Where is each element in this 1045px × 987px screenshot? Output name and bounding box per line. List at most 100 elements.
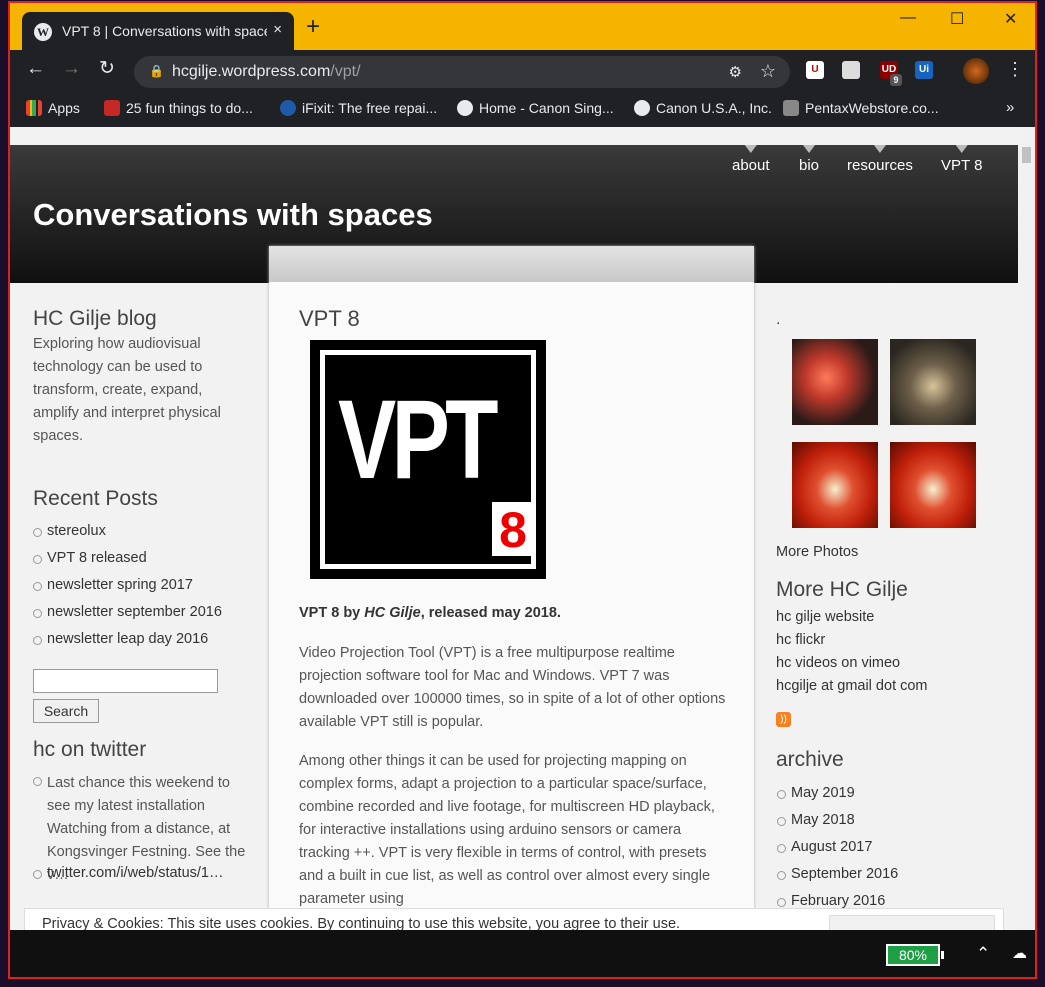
minimize-button[interactable]: —: [900, 9, 916, 27]
byline-suffix: , released may 2018.: [420, 605, 561, 621]
bookmark-item[interactable]: Home - Canon Sing...: [457, 100, 614, 116]
archive-link[interactable]: February 2016: [776, 893, 885, 909]
bookmark-label: Canon U.S.A., Inc.: [656, 100, 772, 116]
recent-post-link[interactable]: newsletter leap day 2016: [32, 631, 208, 647]
bookmark-star-icon[interactable]: ☆: [760, 61, 776, 82]
reload-icon[interactable]: ↻: [99, 59, 115, 79]
blog-title[interactable]: HC Gilje blog: [33, 307, 157, 331]
external-link[interactable]: hcgilje at gmail dot com: [776, 678, 928, 694]
recent-post-link[interactable]: newsletter september 2016: [33, 604, 222, 620]
extension-icon[interactable]: U: [806, 61, 824, 79]
avatar[interactable]: [963, 58, 989, 84]
page-scrollbar[interactable]: [1018, 127, 1035, 930]
close-window-button[interactable]: ✕: [1004, 9, 1017, 29]
wordpress-icon: W: [34, 23, 52, 41]
flickr-photo[interactable]: [792, 339, 878, 425]
post-title: VPT 8: [299, 306, 360, 331]
chevron-up-icon[interactable]: ⌃: [976, 944, 990, 964]
post-paragraph: Video Projection Tool (VPT) is a free mu…: [299, 645, 726, 730]
external-link[interactable]: hc gilje website: [776, 609, 874, 625]
recent-post-link[interactable]: VPT 8 released: [33, 550, 147, 566]
menu-dots-icon[interactable]: ⋮: [1006, 59, 1024, 79]
battery-indicator[interactable]: 80%: [886, 944, 944, 966]
bookmark-item[interactable]: PentaxWebstore.co...: [783, 100, 939, 116]
twitter-heading: hc on twitter: [33, 738, 147, 761]
cookie-banner: Privacy & Cookies: This site uses cookie…: [24, 908, 1004, 930]
photos-heading: .: [776, 311, 781, 328]
recent-post-link[interactable]: newsletter spring 2017: [33, 577, 193, 593]
cloud-sync-icon[interactable]: ☁: [1012, 944, 1027, 962]
site-title[interactable]: Conversations with spaces: [33, 197, 433, 233]
toolbar: ← → ↻ 🔒 hcgilje.wordpress.com/vpt/ ⚙ ☆ U…: [10, 50, 1035, 90]
new-tab-button[interactable]: +: [306, 15, 320, 39]
tab-title: VPT 8 | Conversations with spaces: [62, 23, 267, 39]
more-hc-gilje-heading: More HC Gilje: [776, 578, 908, 601]
maximize-button[interactable]: ☐: [950, 9, 964, 29]
byline-prefix: VPT 8 by: [299, 605, 365, 621]
archive-link[interactable]: September 2016: [776, 866, 898, 882]
recent-posts-heading: Recent Posts: [33, 487, 158, 510]
tab-close-icon[interactable]: ×: [273, 21, 282, 38]
logo-text: VPT: [338, 377, 499, 502]
cookie-text: Privacy & Cookies: This site uses cookie…: [42, 916, 681, 930]
post-paragraph: Among other things it can be used for pr…: [299, 753, 715, 907]
flickr-photo[interactable]: [890, 339, 976, 425]
forward-icon[interactable]: →: [62, 59, 81, 79]
more-photos-link[interactable]: More Photos: [776, 544, 858, 560]
archive-link[interactable]: August 2017: [776, 839, 872, 855]
search-button[interactable]: Search: [33, 699, 99, 723]
recent-post-link[interactable]: stereolux: [33, 523, 106, 539]
bookmark-item[interactable]: Canon U.S.A., Inc.: [634, 100, 772, 116]
url-host: hcgilje.wordpress.com: [172, 63, 331, 80]
bookmark-label: PentaxWebstore.co...: [805, 100, 939, 116]
url-path: /vpt/: [330, 63, 361, 80]
bookmark-label: Home - Canon Sing...: [479, 100, 614, 116]
globe-icon: [634, 100, 650, 116]
address-bar[interactable]: 🔒 hcgilje.wordpress.com/vpt/ ⚙ ☆: [134, 56, 790, 88]
extension-icon[interactable]: [842, 61, 860, 79]
bookmarks-bar: Apps 25 fun things to do... iFixit: The …: [10, 90, 1035, 127]
uipath-icon[interactable]: Ui: [915, 61, 933, 79]
flickr-photo[interactable]: [792, 442, 878, 528]
tweet-link[interactable]: twitter.com/i/web/status/1…: [32, 865, 223, 881]
logo-number: 8: [492, 502, 534, 558]
bookmark-label: Apps: [48, 100, 80, 116]
menu-about[interactable]: about: [732, 157, 770, 174]
flickr-photo[interactable]: [890, 442, 976, 528]
rss-icon[interactable]: )): [776, 712, 791, 727]
card-header-bar: [269, 246, 754, 282]
menu-bio[interactable]: bio: [799, 157, 819, 174]
scrollbar-thumb[interactable]: [1022, 147, 1031, 163]
taskbar: 80% ⌃ ☁: [10, 930, 1035, 977]
back-icon[interactable]: ←: [26, 59, 45, 79]
url-text: hcgilje.wordpress.com/vpt/: [172, 63, 361, 81]
bookmarks-overflow-icon[interactable]: »: [1006, 99, 1014, 116]
bookmark-item[interactable]: 25 fun things to do...: [104, 100, 253, 116]
external-link[interactable]: hc videos on vimeo: [776, 655, 900, 671]
menu-resources[interactable]: resources: [847, 157, 913, 174]
bookmark-item[interactable]: iFixit: The free repai...: [280, 100, 437, 116]
byline-author: HC Gilje: [364, 605, 421, 621]
web-page: Conversations with spaces about bio reso…: [10, 127, 1022, 930]
tab-strip: W VPT 8 | Conversations with spaces × + …: [10, 3, 1035, 50]
external-link[interactable]: hc flickr: [776, 632, 825, 648]
archive-heading: archive: [776, 748, 844, 771]
bookmark-label: iFixit: The free repai...: [302, 100, 438, 116]
bookmark-apps[interactable]: Apps: [26, 100, 80, 116]
archive-link[interactable]: May 2019: [777, 785, 855, 801]
browser-window: W VPT 8 | Conversations with spaces × + …: [8, 1, 1037, 979]
blog-description: Exploring how audiovisual technology can…: [33, 336, 221, 444]
ublock-badge: 9: [890, 74, 902, 86]
post-byline: VPT 8 by HC Gilje, released may 2018.: [299, 602, 729, 625]
menu-vpt8[interactable]: VPT 8: [941, 157, 982, 174]
bookmark-icon: [104, 100, 120, 116]
active-tab[interactable]: W VPT 8 | Conversations with spaces ×: [22, 12, 294, 50]
post-card: VPT 8 VPT 8 VPT 8 by HC Gilje, released …: [269, 246, 754, 930]
ifixit-icon: [280, 100, 296, 116]
apps-grid-icon: [26, 100, 42, 116]
vpt-logo-image: VPT 8: [310, 340, 546, 579]
cookie-blocked-icon[interactable]: ⚙: [729, 63, 742, 81]
cookie-accept-button[interactable]: [829, 915, 995, 930]
archive-link[interactable]: May 2018: [777, 812, 855, 828]
search-input[interactable]: [33, 669, 218, 693]
